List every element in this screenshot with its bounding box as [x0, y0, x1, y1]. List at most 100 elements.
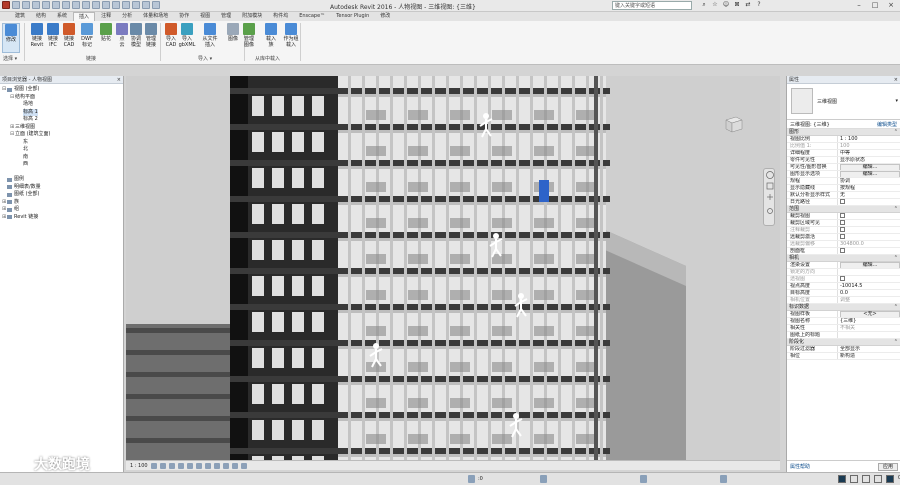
tree-item[interactable]: ⊞ 族	[2, 199, 121, 207]
property-value[interactable]: 100	[837, 143, 900, 149]
tab-10[interactable]: 附加模块	[237, 12, 267, 21]
property-edit-button[interactable]: 编辑...	[840, 171, 900, 177]
tab-14[interactable]: 修改	[375, 12, 395, 21]
tree-item[interactable]: ⊞ 三维视图	[2, 124, 121, 132]
revit-app-menu-icon[interactable]	[2, 1, 10, 9]
collapse-icon[interactable]: ⌃	[894, 304, 898, 311]
load-as-group-button[interactable]: 作为组 载入	[282, 23, 300, 48]
property-value[interactable]	[837, 269, 900, 275]
close-icon[interactable]: ×	[117, 76, 121, 84]
property-value[interactable]: 协调	[837, 178, 900, 184]
tree-item[interactable]: 东	[2, 139, 121, 147]
property-checkbox[interactable]	[840, 220, 845, 225]
property-value[interactable]: 编辑...	[837, 164, 900, 170]
chevron-down-icon[interactable]: ▾	[895, 98, 898, 104]
tree-item[interactable]: 场地	[2, 101, 121, 109]
tab-8[interactable]: 视图	[195, 12, 215, 21]
select-underlay-toggle[interactable]	[850, 475, 858, 483]
maximize-button[interactable]: □	[870, 0, 880, 11]
tab-11[interactable]: 构件坞	[268, 12, 293, 21]
property-value[interactable]: 调整	[837, 297, 900, 303]
edit-type-button[interactable]: 编辑类型	[877, 121, 897, 128]
manage-links-button[interactable]: 管理 链接	[142, 23, 160, 48]
drawing-area[interactable]	[126, 76, 780, 460]
design-options-icon[interactable]	[540, 475, 547, 483]
property-edit-button[interactable]: <无>	[840, 311, 900, 317]
type-selector[interactable]: 三维视图 ▾	[787, 84, 900, 120]
property-value[interactable]	[837, 248, 900, 254]
manage-images-button[interactable]: 管理 图像	[240, 23, 258, 48]
tab-6[interactable]: 体量和场地	[138, 12, 173, 21]
selected-element[interactable]	[539, 180, 549, 202]
property-value[interactable]: 新构造	[837, 353, 900, 359]
filter-icon[interactable]	[886, 475, 894, 483]
property-value[interactable]: 编辑...	[837, 171, 900, 177]
tree-item[interactable]: 北	[2, 146, 121, 154]
show-crop-icon[interactable]	[204, 462, 211, 469]
load-family-button[interactable]: 载入 族	[262, 23, 280, 48]
panel-label-import[interactable]: 导入 ▾	[198, 55, 212, 62]
tab-3[interactable]: 插入	[73, 12, 96, 21]
sun-path-icon[interactable]	[168, 462, 175, 469]
property-group-header[interactable]: 相机 ⌃	[787, 255, 900, 262]
shadows-icon[interactable]	[177, 462, 184, 469]
property-value[interactable]	[837, 234, 900, 240]
dimension-icon[interactable]	[82, 1, 90, 9]
sync-icon[interactable]	[32, 1, 40, 9]
redo-icon[interactable]	[52, 1, 60, 9]
measure-icon[interactable]	[72, 1, 80, 9]
import-gbxml-button[interactable]: 导入 gbXML	[178, 23, 196, 48]
property-checkbox[interactable]	[840, 276, 845, 281]
property-value[interactable]: -10014.5	[837, 283, 900, 289]
binoculars-icon[interactable]: ⌕	[700, 1, 708, 9]
property-value[interactable]: <无>	[837, 311, 900, 317]
instance-filter[interactable]: 三维视图: {三维} 编辑类型	[787, 120, 900, 129]
property-group-header[interactable]: 图形 ⌃	[787, 129, 900, 136]
property-group-header[interactable]: 范围 ⌃	[787, 206, 900, 213]
3d-building-view[interactable]	[126, 76, 780, 460]
property-value[interactable]: 0.0	[837, 290, 900, 296]
property-value[interactable]	[837, 213, 900, 219]
close-hidden-icon[interactable]	[142, 1, 150, 9]
tree-item[interactable]: 标高 1	[2, 108, 121, 116]
navigation-bar[interactable]	[763, 168, 775, 226]
property-value[interactable]: 中等	[837, 150, 900, 156]
subscription-icon[interactable]: ☆	[711, 1, 719, 9]
property-edit-button[interactable]: 编辑...	[840, 262, 900, 268]
worksets-icon[interactable]	[468, 475, 475, 483]
property-value[interactable]	[837, 220, 900, 226]
tree-item[interactable]: 图例	[2, 176, 121, 184]
tree-item[interactable]: 标高 2	[2, 116, 121, 124]
save-icon[interactable]	[22, 1, 30, 9]
switch-windows-icon[interactable]	[152, 1, 160, 9]
analytical-model-icon[interactable]	[240, 462, 247, 469]
tab-9[interactable]: 管理	[216, 12, 236, 21]
close-button[interactable]: ×	[886, 0, 896, 11]
tab-12[interactable]: Enscape™	[294, 12, 330, 21]
tab-0[interactable]: 建筑	[10, 12, 30, 21]
select-links-toggle[interactable]	[838, 475, 846, 483]
drag-elements-toggle[interactable]	[874, 475, 882, 483]
modify-button[interactable]: 修改	[2, 23, 20, 53]
property-value[interactable]: 304800.0	[837, 241, 900, 247]
property-value[interactable]	[837, 227, 900, 233]
tab-7[interactable]: 协作	[174, 12, 194, 21]
collapse-icon[interactable]: ⌃	[894, 206, 898, 213]
property-value[interactable]: 编辑...	[837, 262, 900, 268]
crop-view-icon[interactable]	[195, 462, 202, 469]
visual-style-icon[interactable]	[159, 462, 166, 469]
select-links-icon[interactable]	[720, 475, 727, 483]
properties-help-link[interactable]: 属性帮助	[790, 463, 810, 470]
property-value[interactable]	[837, 199, 900, 205]
property-checkbox[interactable]	[840, 227, 845, 232]
tab-1[interactable]: 结构	[31, 12, 51, 21]
user-icon[interactable]: ☺	[722, 1, 730, 9]
tree-item[interactable]: ⊞ Revit 链接	[2, 214, 121, 222]
tree-item[interactable]: ⊟ 结构平面	[2, 94, 121, 102]
help-icon[interactable]: ?	[755, 1, 763, 9]
section-icon[interactable]	[122, 1, 130, 9]
insert-from-file-button[interactable]: 从文件 插入	[201, 23, 219, 48]
thin-lines-icon[interactable]	[132, 1, 140, 9]
tab-2[interactable]: 系统	[52, 12, 72, 21]
tree-item[interactable]: 图纸 (全部)	[2, 191, 121, 199]
